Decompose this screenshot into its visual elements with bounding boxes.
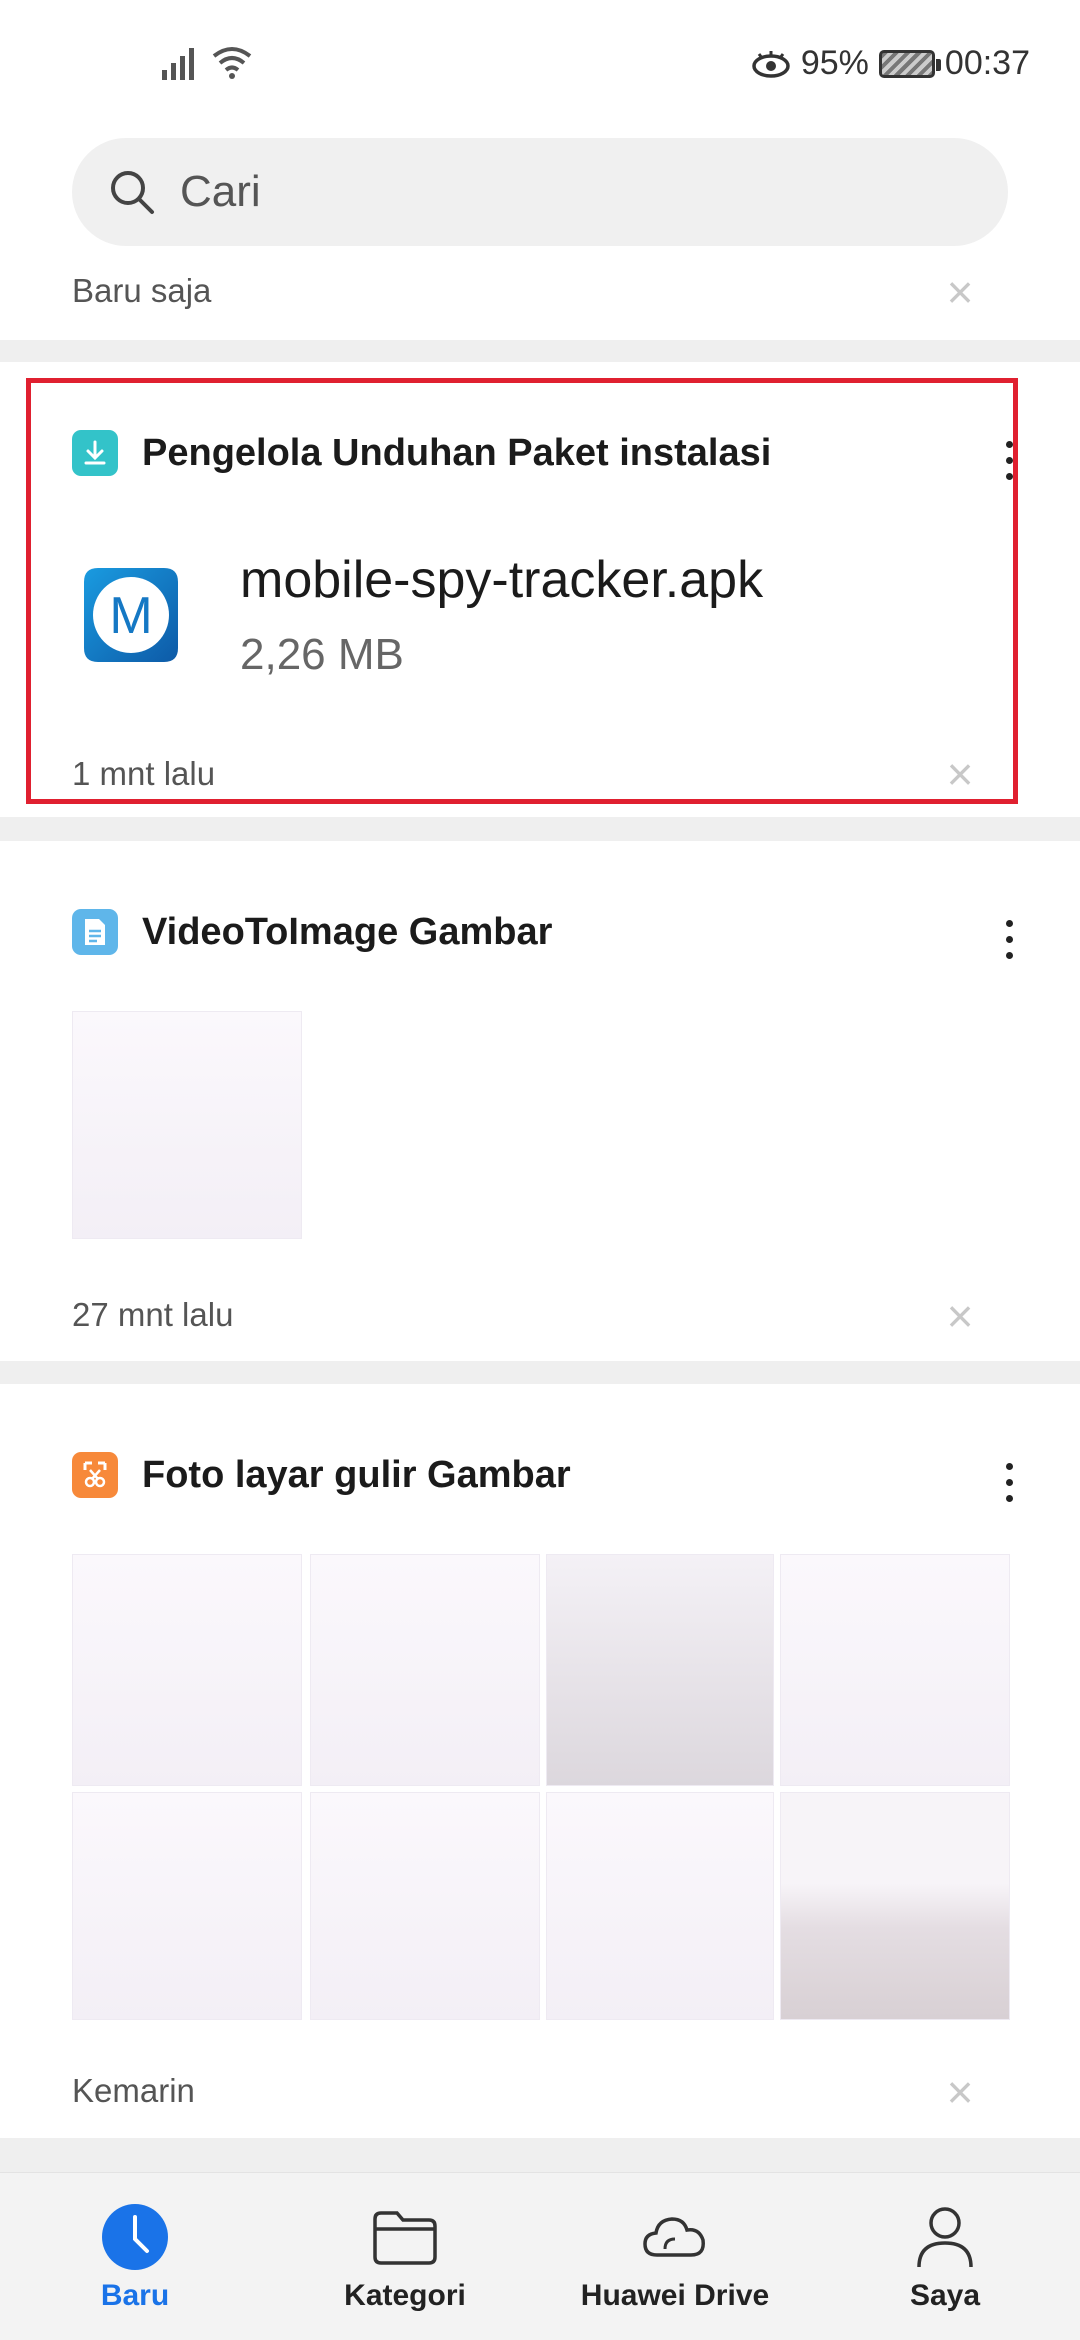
close-icon[interactable]: ×	[940, 751, 980, 797]
nav-label: Huawei Drive	[580, 2279, 770, 2312]
signal-icon	[162, 48, 194, 80]
bottom-navigation: Baru Kategori Huawei Drive Saya	[0, 2172, 1080, 2340]
more-options-icon[interactable]	[994, 1452, 1024, 1512]
close-icon[interactable]: ×	[940, 1293, 980, 1339]
download-manager-icon	[72, 430, 118, 476]
nav-label: Saya	[909, 2279, 981, 2312]
svg-text:M: M	[109, 587, 152, 645]
status-bar: 95% 00:37	[0, 0, 1080, 135]
screenshot-icon	[72, 1452, 118, 1498]
clock-icon	[102, 2204, 168, 2270]
battery-icon	[878, 49, 941, 78]
cloud-icon	[643, 2217, 705, 2257]
card-time: 1 mnt lalu	[72, 755, 216, 792]
nav-item-baru[interactable]: Baru	[0, 2173, 270, 2340]
recent-card-download[interactable]: Pengelola Unduhan Paket instalasi M mobi…	[0, 362, 1080, 817]
folder-icon	[373, 2211, 437, 2265]
image-thumbnail[interactable]	[546, 1792, 774, 2020]
battery-percent: 95%	[800, 44, 869, 82]
document-icon	[72, 909, 118, 955]
recent-card-videotoimage[interactable]: VideoToImage Gambar 27 mnt lalu ×	[0, 841, 1080, 1361]
image-thumbnail[interactable]	[780, 1554, 1010, 1786]
clock: 00:37	[944, 44, 1030, 82]
wifi-icon	[212, 47, 252, 79]
search-bar[interactable]	[72, 138, 1008, 246]
close-icon[interactable]: ×	[940, 2069, 980, 2115]
image-thumbnail[interactable]	[546, 1554, 774, 1786]
image-thumbnail[interactable]	[310, 1554, 540, 1786]
card-title: VideoToImage Gambar	[142, 910, 553, 953]
nav-item-kategori[interactable]: Kategori	[270, 2173, 540, 2340]
image-thumbnail[interactable]	[780, 1792, 1010, 2020]
file-name: mobile-spy-tracker.apk	[240, 551, 764, 609]
nav-label: Baru	[100, 2279, 170, 2312]
card-time: 27 mnt lalu	[72, 1296, 234, 1333]
nav-item-huawei-drive[interactable]: Huawei Drive	[540, 2173, 810, 2340]
nav-item-saya[interactable]: Saya	[810, 2173, 1080, 2340]
more-options-icon[interactable]	[994, 909, 1024, 969]
file-size: 2,26 MB	[240, 630, 404, 679]
image-thumbnail[interactable]	[72, 1792, 302, 2020]
section-label-recent: Baru saja	[72, 272, 212, 309]
search-input[interactable]	[180, 167, 780, 217]
eye-comfort-icon	[752, 50, 790, 78]
image-thumbnail[interactable]	[72, 1554, 302, 1786]
image-thumbnail[interactable]	[310, 1792, 540, 2020]
nav-label: Kategori	[344, 2279, 466, 2312]
search-icon	[111, 171, 154, 214]
card-title: Pengelola Unduhan Paket instalasi	[142, 431, 772, 474]
card-title: Foto layar gulir Gambar	[142, 1453, 571, 1496]
apk-file-icon: M	[76, 560, 186, 670]
recent-card-screenshots[interactable]: Foto layar gulir Gambar Kemarin ×	[0, 1384, 1080, 2138]
more-options-icon[interactable]	[994, 430, 1024, 490]
card-time: Kemarin	[72, 2072, 195, 2109]
person-icon	[917, 2207, 973, 2268]
search-area: Baru saja ×	[0, 135, 1080, 340]
image-thumbnail[interactable]	[72, 1011, 302, 1239]
close-icon[interactable]: ×	[940, 269, 980, 315]
